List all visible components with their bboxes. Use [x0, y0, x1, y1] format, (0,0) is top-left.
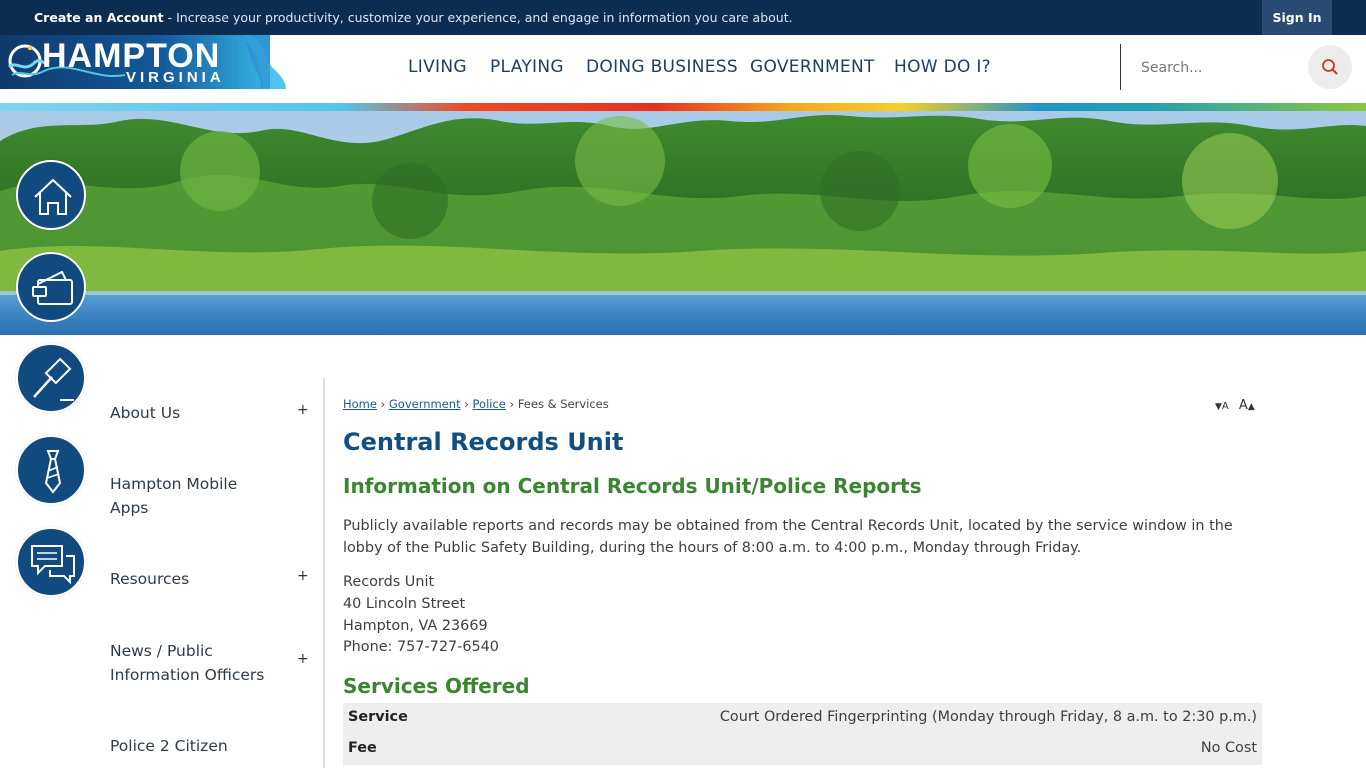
services-table: Service Court Ordered Fingerprinting (Mo… — [343, 703, 1262, 765]
create-account-message: - Increase your productivity, customize … — [167, 10, 793, 25]
government-quick-link[interactable] — [16, 343, 86, 413]
sidebar-divider — [323, 378, 325, 768]
subnav-news-pio[interactable]: News / Public Information Officers — [110, 640, 290, 687]
gavel-icon — [33, 357, 74, 401]
contact-quick-link[interactable] — [16, 527, 86, 597]
chat-bubbles-icon — [31, 545, 75, 585]
create-account-banner: Create an Account - Increase your product… — [34, 0, 793, 35]
nav-government[interactable]: GOVERNMENT — [750, 57, 875, 77]
lake-forest-image — [0, 111, 1366, 335]
triangle-up-icon: ▲ — [1247, 402, 1255, 412]
breadcrumb-separator: › — [509, 397, 515, 411]
address-street: 40 Lincoln Street — [343, 596, 466, 612]
breadcrumb-current: Fees & Services — [517, 397, 609, 411]
search-divider — [1120, 44, 1121, 90]
search-input[interactable] — [1128, 51, 1298, 85]
breadcrumb-government[interactable]: Government — [389, 397, 461, 411]
necktie-icon — [44, 450, 62, 494]
create-account-link[interactable]: Create an Account — [34, 10, 164, 25]
address-city: Hampton, VA 23669 — [343, 618, 488, 634]
row-label: Fee — [348, 740, 377, 756]
breadcrumb-separator: › — [464, 397, 469, 411]
site-header: HAMPTON VIRGINIA LIVING PLAYING DOING BU… — [0, 35, 1366, 103]
nav-playing[interactable]: PLAYING — [490, 57, 564, 77]
section-heading: Information on Central Records Unit/Poli… — [343, 474, 922, 498]
hampton-logo[interactable]: HAMPTON VIRGINIA — [0, 35, 286, 89]
intro-paragraph: Publicly available reports and records m… — [343, 518, 1233, 556]
breadcrumb-separator: › — [380, 397, 386, 411]
page-title: Central Records Unit — [343, 428, 624, 456]
row-value: No Cost — [1200, 740, 1257, 756]
table-row: Fee No Cost — [343, 734, 1262, 765]
decrease-font-button[interactable]: ▼A — [1215, 398, 1229, 413]
expand-news-button[interactable]: + — [297, 651, 309, 667]
breadcrumb: Home › Government › Police › Fees & Serv… — [343, 397, 609, 411]
table-row: Service Court Ordered Fingerprinting (Mo… — [343, 703, 1262, 734]
business-quick-link[interactable] — [16, 435, 86, 505]
expand-resources-button[interactable]: + — [297, 568, 309, 584]
search-button[interactable] — [1308, 45, 1352, 89]
triangle-down-icon: ▼ — [1215, 402, 1222, 412]
logo-subtitle: VIRGINIA — [126, 69, 225, 86]
subnav-resources[interactable]: Resources — [110, 568, 310, 592]
row-label: Service — [348, 709, 408, 725]
increase-font-button[interactable]: A▲ — [1239, 398, 1255, 413]
color-stripe — [0, 103, 1366, 111]
address-name: Records Unit — [343, 574, 435, 590]
expand-about-us-button[interactable]: + — [297, 402, 309, 418]
breadcrumb-police[interactable]: Police — [473, 397, 506, 411]
subnav-hampton-mobile-apps[interactable]: Hampton Mobile Apps — [110, 473, 280, 520]
nav-how-do-i[interactable]: HOW DO I? — [894, 57, 991, 77]
subnav-about-us[interactable]: About Us — [110, 402, 310, 426]
nav-living[interactable]: LIVING — [408, 57, 467, 77]
address-phone[interactable]: Phone: 757-727-6540 — [343, 639, 499, 655]
font-size-controls: ▼A A▲ — [1215, 398, 1255, 413]
breadcrumb-home[interactable]: Home — [343, 397, 377, 411]
services-heading: Services Offered — [343, 674, 530, 698]
subnav-police-2-citizen[interactable]: Police 2 Citizen — [110, 735, 310, 759]
home-icon — [34, 178, 72, 215]
top-bar: Create an Account - Increase your product… — [0, 0, 1366, 35]
nav-doing-business[interactable]: DOING BUSINESS — [586, 57, 738, 77]
wallet-icon — [32, 270, 73, 305]
sign-in-button[interactable]: Sign In — [1262, 0, 1332, 35]
home-quick-link[interactable] — [16, 160, 86, 230]
hero-banner — [0, 111, 1366, 335]
row-value: Court Ordered Fingerprinting (Monday thr… — [719, 709, 1257, 725]
payments-quick-link[interactable] — [16, 252, 86, 322]
search-icon — [1322, 59, 1338, 75]
